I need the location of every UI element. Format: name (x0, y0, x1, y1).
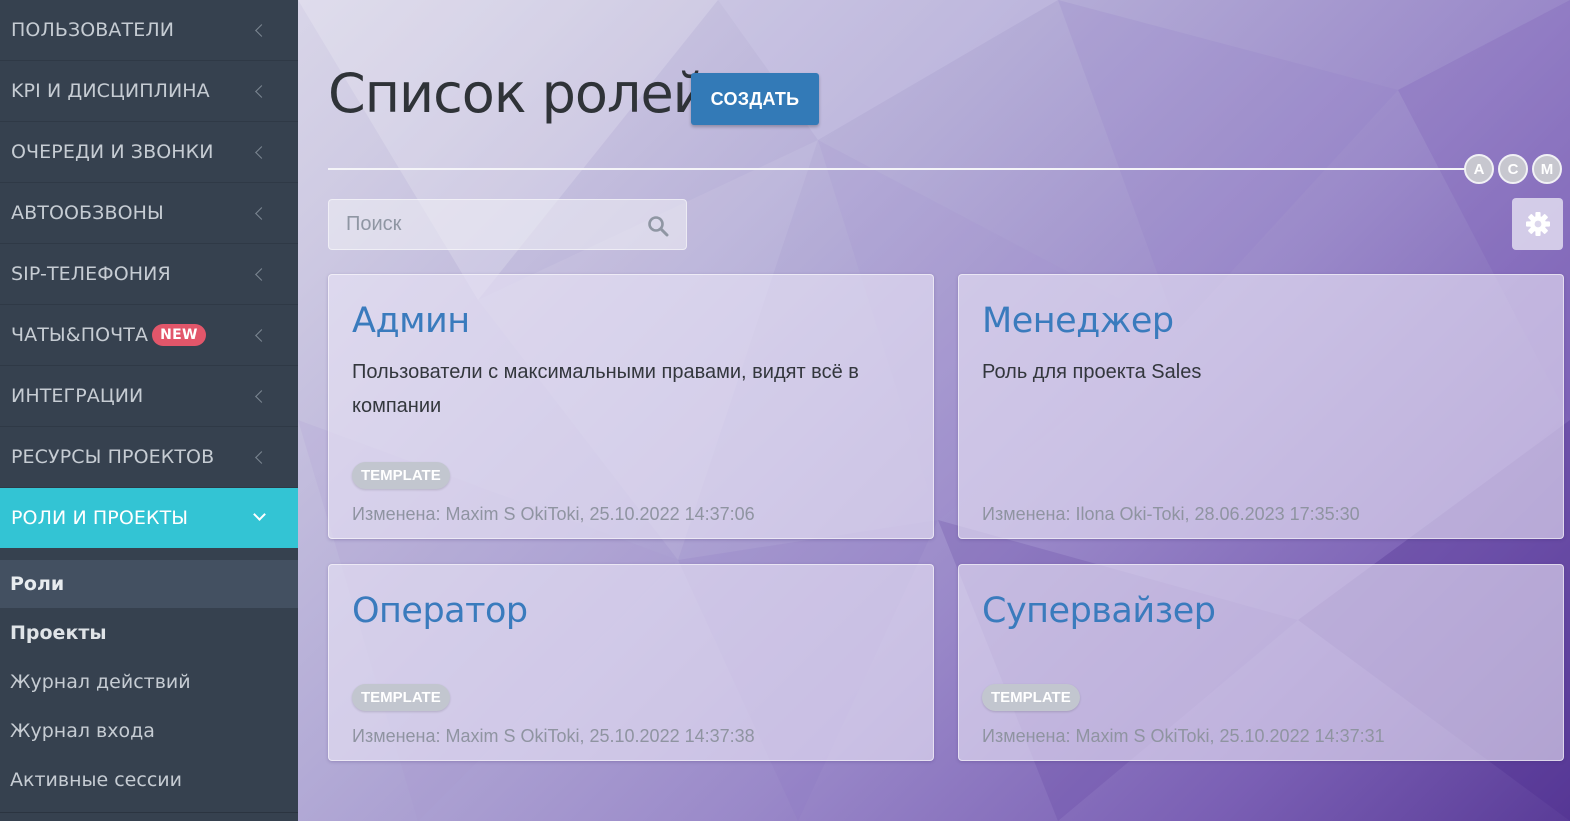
sidebar-item-label: SIP-ТЕЛЕФОНИЯ (11, 263, 171, 285)
role-card-operator[interactable]: Оператор TEMPLATE Изменена: Maxim S OkiT… (328, 564, 934, 761)
chevron-left-icon (255, 389, 268, 403)
sidebar-item-label: KPI И ДИСЦИПЛИНА (11, 80, 210, 102)
sidebar-item-label-wrap: ЧАТЫ&ПОЧТА NEW (11, 324, 206, 346)
search-box (328, 199, 687, 250)
sidebar-item-project-resources[interactable]: РЕСУРСЫ ПРОЕКТОВ (0, 427, 298, 488)
modified-info: Изменена: Ilona Oki-Toki, 28.06.2023 17:… (982, 504, 1360, 524)
chevron-left-icon (255, 328, 268, 342)
chevron-left-icon (255, 145, 268, 159)
submenu-item-action-log[interactable]: Журнал действий (0, 657, 298, 706)
sidebar-item-queues[interactable]: ОЧЕРЕДИ И ЗВОНКИ (0, 122, 298, 183)
template-badge: TEMPLATE (352, 462, 450, 489)
chevron-left-icon (255, 23, 268, 37)
search-icon[interactable] (647, 215, 669, 237)
sidebar-item-label: ОЧЕРЕДИ И ЗВОНКИ (11, 141, 214, 163)
submenu-item-projects[interactable]: Проекты (0, 608, 298, 657)
settings-button[interactable] (1512, 198, 1563, 250)
role-title[interactable]: Супервайзер (982, 591, 1216, 631)
filter-avatars: A C M (1464, 154, 1566, 184)
divider (328, 168, 1473, 170)
sidebar-item-chats[interactable]: ЧАТЫ&ПОЧТА NEW (0, 305, 298, 366)
template-badge: TEMPLATE (352, 684, 450, 711)
sidebar-item-label: ПОЛЬЗОВАТЕЛИ (11, 19, 175, 41)
create-button[interactable]: СОЗДАТЬ (691, 73, 819, 125)
chevron-left-icon (255, 267, 268, 281)
avatar-filter-a[interactable]: A (1464, 154, 1494, 184)
sidebar: ПОЛЬЗОВАТЕЛИ KPI И ДИСЦИПЛИНА ОЧЕРЕДИ И … (0, 0, 298, 821)
chevron-down-icon (253, 508, 266, 521)
avatar-filter-m[interactable]: M (1532, 154, 1562, 184)
avatar-filter-c[interactable]: C (1498, 154, 1528, 184)
sidebar-item-kpi[interactable]: KPI И ДИСЦИПЛИНА (0, 61, 298, 122)
role-card-manager[interactable]: Менеджер Роль для проекта Sales Изменена… (958, 274, 1564, 539)
sidebar-item-users[interactable]: ПОЛЬЗОВАТЕЛИ (0, 0, 298, 61)
sidebar-item-label: ИНТЕГРАЦИИ (11, 385, 144, 407)
divider (0, 812, 298, 813)
modified-info: Изменена: Maxim S OkiToki, 25.10.2022 14… (982, 726, 1385, 746)
gear-icon (1525, 212, 1550, 236)
sidebar-item-integrations[interactable]: ИНТЕГРАЦИИ (0, 366, 298, 427)
sidebar-item-label: АВТООБЗВОНЫ (11, 202, 164, 224)
search-input[interactable] (329, 200, 686, 249)
modified-info: Изменена: Maxim S OkiToki, 25.10.2022 14… (352, 504, 755, 524)
submenu-item-active-sessions[interactable]: Активные сессии (0, 755, 298, 804)
role-card-supervisor[interactable]: Супервайзер TEMPLATE Изменена: Maxim S O… (958, 564, 1564, 761)
page-title: Список ролей (328, 62, 708, 125)
sidebar-item-roles-projects[interactable]: РОЛИ И ПРОЕКТЫ (0, 488, 298, 548)
modified-info: Изменена: Maxim S OkiToki, 25.10.2022 14… (352, 726, 755, 746)
chevron-left-icon (255, 84, 268, 98)
new-badge: NEW (152, 324, 206, 346)
role-title[interactable]: Менеджер (982, 301, 1174, 341)
sidebar-submenu: Роли Проекты Журнал действий Журнал вход… (0, 548, 298, 804)
chevron-left-icon (255, 450, 268, 464)
submenu-item-login-log[interactable]: Журнал входа (0, 706, 298, 755)
role-description: Пользователи с максимальными правами, ви… (352, 361, 859, 417)
sidebar-item-autodial[interactable]: АВТООБЗВОНЫ (0, 183, 298, 244)
main-content: Список ролей СОЗДАТЬ A C M Поиск Админ П… (298, 0, 1570, 821)
chevron-left-icon (255, 206, 268, 220)
sidebar-item-label: ЧАТЫ&ПОЧТА (11, 324, 149, 346)
template-badge: TEMPLATE (982, 684, 1080, 711)
role-title[interactable]: Админ (352, 301, 470, 341)
role-description: Роль для проекта Sales (982, 361, 1202, 383)
role-title[interactable]: Оператор (352, 591, 528, 631)
submenu-item-roles[interactable]: Роли (0, 560, 298, 608)
role-card-admin[interactable]: Админ Пользователи с максимальными права… (328, 274, 934, 539)
sidebar-item-label: РОЛИ И ПРОЕКТЫ (11, 506, 189, 529)
sidebar-item-sip[interactable]: SIP-ТЕЛЕФОНИЯ (0, 244, 298, 305)
sidebar-item-label: РЕСУРСЫ ПРОЕКТОВ (11, 446, 215, 468)
